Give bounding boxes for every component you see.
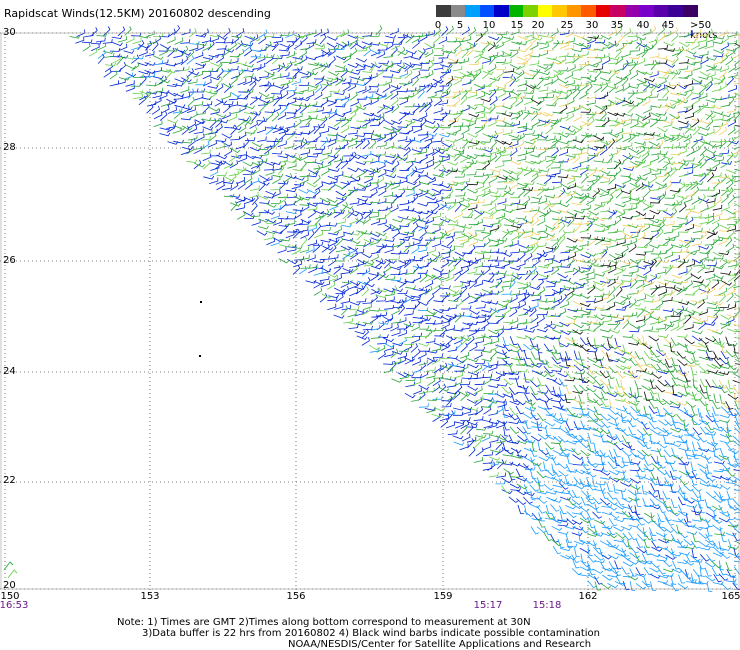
note-line-1: Note: 1) Times are GMT 2)Times along bot… [117, 617, 531, 628]
time-label-1518: 15:18 [532, 600, 562, 611]
data-speck [200, 301, 202, 303]
lon-label-159: 159 [433, 591, 453, 602]
wind-barbs-lightblue [97, 29, 740, 592]
note-line-3: NOAA/NESDIS/Center for Satellite Applica… [288, 639, 592, 650]
wind-barb-map [0, 25, 740, 592]
wind-barbs-black [445, 32, 740, 410]
lat-label-30: 30 [3, 27, 16, 38]
lat-label-22: 22 [3, 475, 16, 486]
lat-label-24: 24 [3, 366, 16, 377]
wind-barbs-blue [75, 25, 740, 591]
lon-label-156: 156 [286, 591, 306, 602]
lat-label-26: 26 [3, 255, 16, 266]
wind-barbs [3, 25, 740, 592]
time-label-1517: 15:17 [473, 600, 503, 611]
lat-label-20: 20 [3, 580, 16, 591]
data-speck [199, 355, 201, 357]
note-line-2: 3)Data buffer is 22 hrs from 20160802 4)… [142, 628, 600, 639]
lat-label-28: 28 [3, 142, 16, 153]
lon-label-153: 153 [140, 591, 160, 602]
time-label-1653: 16:53 [0, 600, 29, 611]
wind-barb-isolated [7, 569, 18, 579]
lon-label-165: 165 [721, 591, 740, 602]
lon-label-162: 162 [578, 591, 598, 602]
